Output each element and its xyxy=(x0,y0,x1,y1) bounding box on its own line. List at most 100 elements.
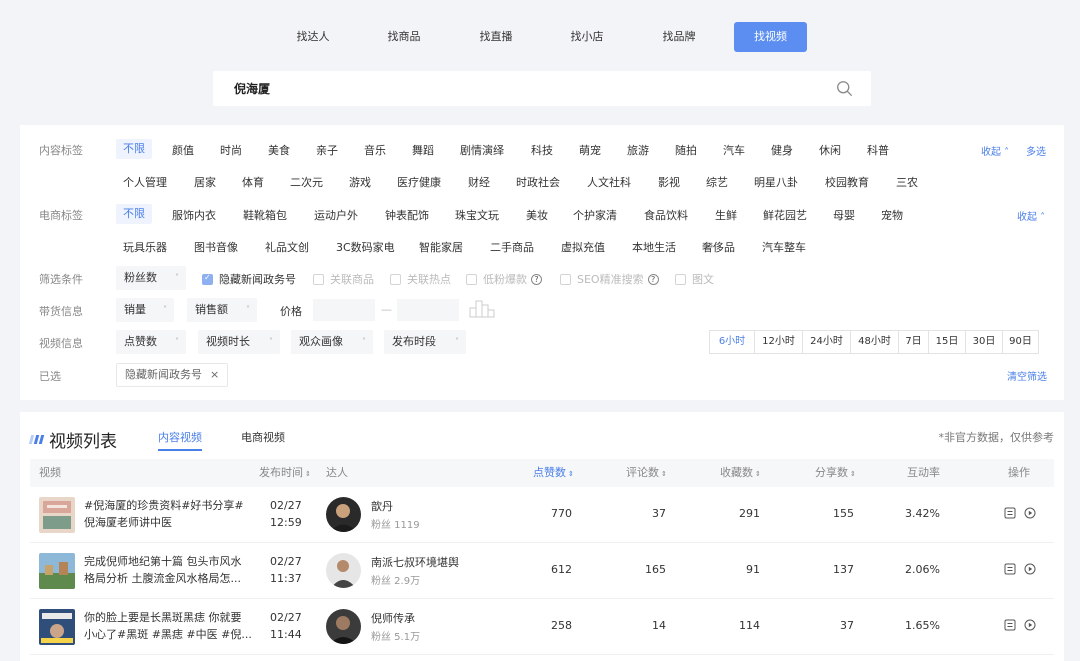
avatar[interactable] xyxy=(326,497,361,532)
ecom-tag[interactable]: 食品饮料 xyxy=(644,207,688,223)
content-tag[interactable]: 颜值 xyxy=(172,142,194,158)
table-row[interactable]: 完成倪师地纪第十篇 包头市风水格局分析 土腹流金风水格局怎... 02/27 11… xyxy=(30,543,1054,599)
col-publish-time[interactable]: 发布时间 ⇕ xyxy=(259,459,311,487)
clear-filters-link[interactable]: 清空筛选 xyxy=(1007,368,1047,383)
tab-find-video[interactable]: 找视频 xyxy=(734,22,807,52)
col-likes[interactable]: 点赞数 ⇕ xyxy=(533,459,574,487)
tab-find-brand[interactable]: 找品牌 xyxy=(651,22,707,52)
creator-name[interactable]: 歆丹 xyxy=(371,498,393,514)
video-title[interactable]: 完成倪师地纪第十篇 包头市风水格局分析 土腹流金风水格局怎... xyxy=(84,553,252,587)
tab-find-shop[interactable]: 找小店 xyxy=(559,22,615,52)
content-tag[interactable]: 剧情演绎 xyxy=(460,142,504,158)
ecom-tag[interactable]: 珠宝文玩 xyxy=(455,207,499,223)
ecom-tag[interactable]: 钟表配饰 xyxy=(385,207,429,223)
tab-find-creator[interactable]: 找达人 xyxy=(285,22,341,52)
ecom-tag[interactable]: 母婴 xyxy=(833,207,855,223)
content-tag-all[interactable]: 不限 xyxy=(116,139,152,159)
content-tag[interactable]: 明星八卦 xyxy=(754,174,798,190)
content-tag[interactable]: 健身 xyxy=(771,142,793,158)
creator-name[interactable]: 南派七叔环境堪舆 xyxy=(371,554,459,570)
likes-dropdown[interactable]: 点赞数 ˅ xyxy=(116,330,186,354)
ecom-tag[interactable]: 本地生活 xyxy=(632,239,676,255)
detail-icon[interactable] xyxy=(1004,563,1016,575)
ecom-tag[interactable]: 宠物 xyxy=(881,207,903,223)
ecom-tag[interactable]: 图书音像 xyxy=(194,239,238,255)
ecom-tag[interactable]: 奢侈品 xyxy=(702,239,735,255)
play-icon[interactable] xyxy=(1024,507,1036,519)
ecom-tag[interactable]: 生鲜 xyxy=(715,207,737,223)
tab-find-product[interactable]: 找商品 xyxy=(376,22,432,52)
low-fans-checkbox[interactable]: 低粉爆款? xyxy=(466,271,542,287)
content-tag[interactable]: 科普 xyxy=(867,142,889,158)
tab-find-live[interactable]: 找直播 xyxy=(468,22,524,52)
price-min-input[interactable] xyxy=(313,299,375,321)
content-tag[interactable]: 随拍 xyxy=(675,142,697,158)
content-tag[interactable]: 校园教育 xyxy=(825,174,869,190)
time-range-option[interactable]: 12小时 xyxy=(754,330,803,354)
content-tag[interactable]: 影视 xyxy=(658,174,680,190)
ecom-tag[interactable]: 智能家居 xyxy=(419,239,463,255)
time-range-option[interactable]: 48小时 xyxy=(850,330,899,354)
price-histogram-icon[interactable] xyxy=(469,298,499,318)
content-tag[interactable]: 汽车 xyxy=(723,142,745,158)
time-range-option[interactable]: 90日 xyxy=(1002,330,1039,354)
fans-dropdown[interactable]: 粉丝数 ˅ xyxy=(116,266,186,290)
ecom-tag[interactable]: 鞋靴箱包 xyxy=(243,207,287,223)
time-range-option[interactable]: 7日 xyxy=(898,330,929,354)
ecom-tag[interactable]: 虚拟充值 xyxy=(561,239,605,255)
content-tag[interactable]: 亲子 xyxy=(316,142,338,158)
creator-name[interactable]: 倪师传承 xyxy=(371,610,415,626)
content-tags-multi-select[interactable]: 多选 xyxy=(1026,143,1046,158)
content-tag[interactable]: 游戏 xyxy=(349,174,371,190)
ecom-tag[interactable]: 个护家清 xyxy=(573,207,617,223)
content-tag[interactable]: 体育 xyxy=(242,174,264,190)
content-tag[interactable]: 萌宠 xyxy=(579,142,601,158)
ecom-tag[interactable]: 汽车整车 xyxy=(762,239,806,255)
audience-dropdown[interactable]: 观众画像 ˅ xyxy=(291,330,373,354)
price-max-input[interactable] xyxy=(397,299,459,321)
detail-icon[interactable] xyxy=(1004,619,1016,631)
ecom-tags-collapse[interactable]: 收起 ˄ xyxy=(1017,208,1045,223)
content-tag[interactable]: 医疗健康 xyxy=(397,174,441,190)
time-range-option[interactable]: 30日 xyxy=(965,330,1003,354)
search-input[interactable] xyxy=(213,71,813,106)
play-icon[interactable] xyxy=(1024,619,1036,631)
content-tag[interactable]: 时政社会 xyxy=(516,174,560,190)
ecom-tag-all[interactable]: 不限 xyxy=(116,204,152,224)
help-icon[interactable]: ? xyxy=(531,273,542,285)
content-tag[interactable]: 舞蹈 xyxy=(412,142,434,158)
detail-icon[interactable] xyxy=(1004,507,1016,519)
linked-product-checkbox[interactable]: 关联商品 xyxy=(313,271,374,287)
sales-dropdown[interactable]: 销量 ˅ xyxy=(116,298,174,322)
video-title[interactable]: #倪海厦的珍贵资料#好书分享#倪海厦老师讲中医 xyxy=(84,497,252,531)
video-thumbnail[interactable] xyxy=(39,609,75,645)
ecom-tag[interactable]: 美妆 xyxy=(526,207,548,223)
col-favorites[interactable]: 收藏数 ⇕ xyxy=(720,459,761,487)
publish-slot-dropdown[interactable]: 发布时段 ˅ xyxy=(384,330,466,354)
ecom-tag[interactable]: 3C数码家电 xyxy=(336,239,395,255)
table-row[interactable]: #倪海厦的珍贵资料#好书分享#倪海厦老师讲中医 02/27 12:59 歆丹 粉丝… xyxy=(30,487,1054,543)
content-tag[interactable]: 科技 xyxy=(531,142,553,158)
ecom-tag[interactable]: 二手商品 xyxy=(490,239,534,255)
duration-dropdown[interactable]: 视频时长 ˅ xyxy=(198,330,280,354)
content-tag[interactable]: 时尚 xyxy=(220,142,242,158)
seo-checkbox[interactable]: SEO精准搜索? xyxy=(560,271,659,287)
close-icon[interactable]: × xyxy=(210,368,219,381)
content-tag[interactable]: 综艺 xyxy=(706,174,728,190)
table-row[interactable]: 你的脸上要是长黑斑黑痣 你就要小心了#黑斑 #黑痣 #中医 #倪... 02/2… xyxy=(30,599,1054,655)
content-tag[interactable]: 旅游 xyxy=(627,142,649,158)
time-range-option[interactable]: 24小时 xyxy=(802,330,851,354)
hide-gov-checkbox[interactable]: 隐藏新闻政务号 xyxy=(202,271,296,287)
time-range-option[interactable]: 6小时 xyxy=(709,330,755,354)
content-tag[interactable]: 休闲 xyxy=(819,142,841,158)
ecom-tag[interactable]: 鲜花园艺 xyxy=(763,207,807,223)
avatar[interactable] xyxy=(326,553,361,588)
play-icon[interactable] xyxy=(1024,563,1036,575)
ecom-tag[interactable]: 服饰内衣 xyxy=(172,207,216,223)
content-tags-collapse[interactable]: 收起 ˄ xyxy=(981,143,1009,158)
video-title[interactable]: 你的脸上要是长黑斑黑痣 你就要小心了#黑斑 #黑痣 #中医 #倪... xyxy=(84,609,252,643)
content-tag[interactable]: 音乐 xyxy=(364,142,386,158)
tab-content-video[interactable]: 内容视频 xyxy=(158,429,202,451)
content-tag[interactable]: 居家 xyxy=(194,174,216,190)
ecom-tag[interactable]: 玩具乐器 xyxy=(123,239,167,255)
